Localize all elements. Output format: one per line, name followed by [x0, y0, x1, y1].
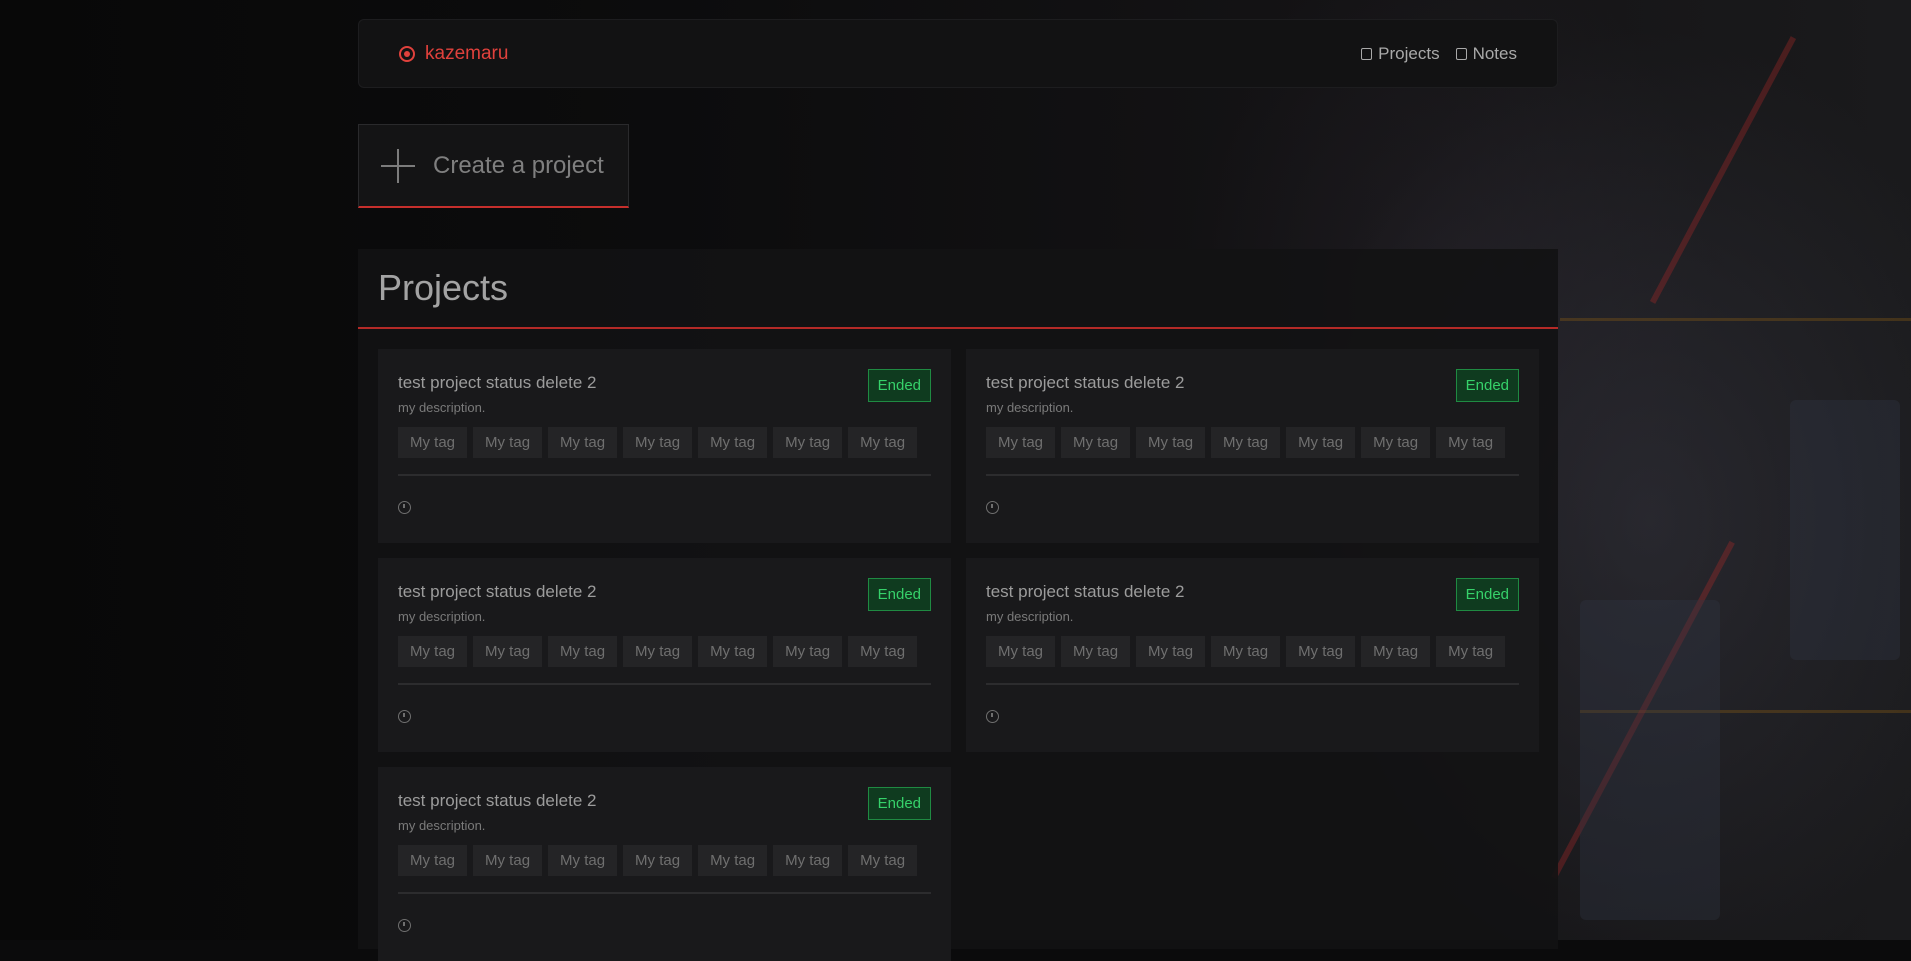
clock-icon — [986, 710, 999, 723]
tag-chip[interactable]: My tag — [623, 427, 693, 458]
tag-chip[interactable]: My tag — [848, 636, 918, 667]
tag-chip[interactable]: My tag — [623, 845, 693, 876]
plus-icon — [381, 148, 415, 183]
tag-chip[interactable]: My tag — [1061, 427, 1131, 458]
tag-chip[interactable]: My tag — [1361, 636, 1431, 667]
tag-chip[interactable]: My tag — [1361, 427, 1431, 458]
status-badge: Ended — [867, 578, 931, 611]
project-card[interactable]: test project status delete 2 my descripti… — [378, 558, 951, 752]
tag-chip[interactable]: My tag — [623, 636, 693, 667]
tag-chip[interactable]: My tag — [398, 845, 468, 876]
project-title[interactable]: test project status delete 2 — [398, 791, 931, 811]
projects-grid: test project status delete 2 my descripti… — [358, 329, 1558, 961]
clock-icon — [398, 919, 411, 932]
create-project-label: Create a project — [433, 151, 604, 179]
projects-header: Projects — [358, 249, 1558, 329]
brand-name: kazemaru — [425, 42, 509, 64]
tag-chip[interactable]: My tag — [473, 636, 543, 667]
project-description: my description. — [398, 400, 486, 415]
projects-title: Projects — [378, 267, 509, 308]
project-description: my description. — [398, 818, 486, 833]
nav-notes-link[interactable]: Notes — [1455, 43, 1517, 64]
project-description: my description. — [986, 400, 1074, 415]
folder-icon — [1361, 47, 1373, 60]
decor-block — [1790, 400, 1900, 660]
project-description: my description. — [986, 609, 1074, 624]
tag-list: My tag My tag My tag My tag My tag My tag My t… — [986, 427, 1519, 458]
tag-chip[interactable]: My tag — [773, 427, 843, 458]
tag-chip[interactable]: My tag — [773, 636, 843, 667]
tag-chip[interactable]: My tag — [548, 845, 618, 876]
project-title[interactable]: test project status delete 2 — [398, 373, 931, 393]
tag-chip[interactable]: My tag — [548, 427, 618, 458]
note-icon — [1455, 47, 1467, 60]
tag-chip[interactable]: My tag — [473, 427, 543, 458]
tag-chip[interactable]: My tag — [398, 427, 468, 458]
tag-list: My tag My tag My tag My tag My tag My tag My t… — [398, 845, 931, 876]
tag-chip[interactable]: My tag — [848, 427, 918, 458]
tag-chip[interactable]: My tag — [698, 427, 768, 458]
decor-block — [1580, 600, 1720, 920]
nav-links: Projects Notes — [1361, 44, 1517, 64]
tag-list: My tag My tag My tag My tag My tag My tag My t… — [398, 427, 931, 458]
project-title[interactable]: test project status delete 2 — [986, 582, 1519, 602]
navbar: kazemaru Projects Notes — [358, 19, 1558, 88]
tag-chip[interactable]: My tag — [1136, 636, 1206, 667]
clock-icon — [398, 710, 411, 723]
card-divider — [398, 474, 931, 476]
project-card[interactable]: test project status delete 2 my descripti… — [378, 767, 951, 961]
clock-icon — [986, 501, 999, 514]
brand-logo-icon — [399, 45, 415, 62]
tag-chip[interactable]: My tag — [1286, 427, 1356, 458]
project-card[interactable]: test project status delete 2 my descripti… — [378, 349, 951, 543]
tag-chip[interactable]: My tag — [398, 636, 468, 667]
tag-chip[interactable]: My tag — [1286, 636, 1356, 667]
card-divider — [398, 892, 931, 894]
tag-chip[interactable]: My tag — [1436, 427, 1506, 458]
brand[interactable]: kazemaru — [399, 43, 508, 65]
status-badge: Ended — [867, 369, 931, 402]
tag-chip[interactable]: My tag — [986, 427, 1056, 458]
project-card[interactable]: test project status delete 2 my descripti… — [966, 349, 1539, 543]
nav-projects-link[interactable]: Projects — [1361, 43, 1440, 64]
tag-chip[interactable]: My tag — [848, 845, 918, 876]
project-card[interactable]: test project status delete 2 my descripti… — [966, 558, 1539, 752]
create-project-button[interactable]: Create a project — [358, 124, 629, 208]
status-badge: Ended — [867, 787, 931, 820]
status-badge: Ended — [1455, 369, 1519, 402]
tag-chip[interactable]: My tag — [1436, 636, 1506, 667]
tag-chip[interactable]: My tag — [1136, 427, 1206, 458]
app-container: kazemaru Projects Notes Create a project… — [358, 19, 1558, 961]
project-title[interactable]: test project status delete 2 — [986, 373, 1519, 393]
nav-notes-label: Notes — [1472, 43, 1517, 63]
projects-panel: Projects test project status delete 2 my … — [358, 249, 1558, 961]
tag-chip[interactable]: My tag — [698, 636, 768, 667]
tag-chip[interactable]: My tag — [773, 845, 843, 876]
tag-chip[interactable]: My tag — [473, 845, 543, 876]
card-divider — [986, 683, 1519, 685]
clock-icon — [398, 501, 411, 514]
decor-line — [1560, 318, 1911, 321]
tag-chip[interactable]: My tag — [548, 636, 618, 667]
tag-list: My tag My tag My tag My tag My tag My tag My t… — [398, 636, 931, 667]
tag-chip[interactable]: My tag — [1061, 636, 1131, 667]
project-description: my description. — [398, 609, 486, 624]
project-title[interactable]: test project status delete 2 — [398, 582, 931, 602]
tag-chip[interactable]: My tag — [1211, 427, 1281, 458]
card-divider — [986, 474, 1519, 476]
tag-chip[interactable]: My tag — [986, 636, 1056, 667]
card-divider — [398, 683, 931, 685]
status-badge: Ended — [1455, 578, 1519, 611]
tag-list: My tag My tag My tag My tag My tag My tag My t… — [986, 636, 1519, 667]
decor-slash — [1649, 36, 1797, 304]
nav-projects-label: Projects — [1378, 43, 1440, 63]
tag-chip[interactable]: My tag — [1211, 636, 1281, 667]
tag-chip[interactable]: My tag — [698, 845, 768, 876]
